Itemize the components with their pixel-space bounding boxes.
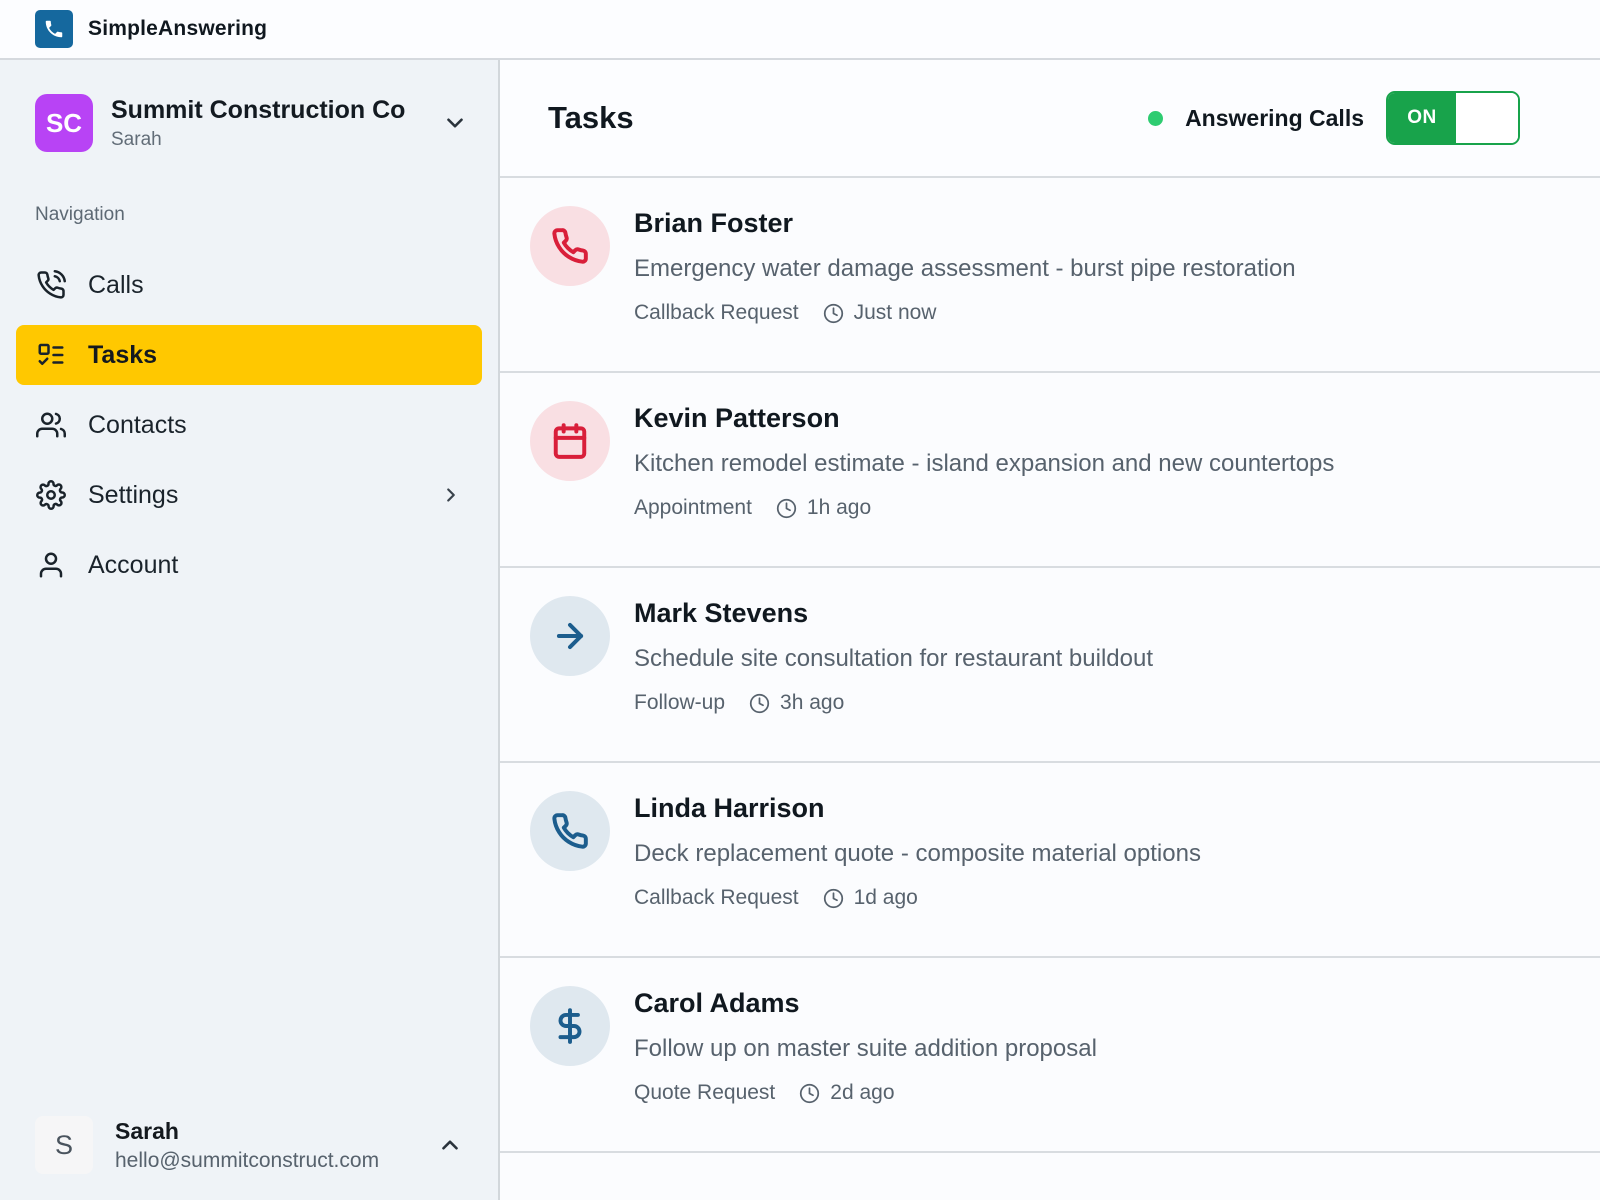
task-contact-name: Mark Stevens	[634, 598, 809, 628]
workspace-name: Summit Construction Co	[111, 96, 406, 125]
task-row-partial	[500, 1153, 1600, 1200]
task-list: Brian Foster Emergency water damage asse…	[500, 178, 1600, 1200]
clock-icon	[823, 888, 843, 908]
sidebar-item-contacts[interactable]: Contacts	[16, 395, 482, 455]
task-contact-name: Linda Harrison	[634, 793, 825, 823]
task-time: Just now	[853, 301, 937, 324]
task-row[interactable]: Carol Adams Follow up on master suite ad…	[500, 958, 1600, 1153]
clock-icon	[749, 693, 770, 713]
sidebar-item-label: Account	[88, 550, 179, 579]
sidebar: SC Summit Construction Co Sarah Navigati…	[0, 60, 500, 1200]
task-description: Kitchen remodel estimate - island expans…	[634, 450, 1335, 477]
toggle-knob	[1456, 93, 1518, 143]
phone-call-icon	[36, 270, 66, 300]
nav-section-label: Navigation	[35, 204, 125, 225]
task-type-label: Appointment	[634, 496, 752, 519]
task-type-label: Callback Request	[634, 301, 799, 324]
chevron-down-icon	[447, 118, 463, 128]
status-dot	[1148, 110, 1164, 126]
task-row[interactable]: Brian Foster Emergency water damage asse…	[500, 178, 1600, 373]
contacts-icon	[36, 410, 66, 440]
app-logo	[35, 10, 73, 48]
clock-icon	[823, 303, 843, 323]
task-row[interactable]: Linda Harrison Deck replacement quote - …	[500, 763, 1600, 958]
main-header: Tasks Answering Calls ON	[500, 60, 1600, 178]
main-panel: Tasks Answering Calls ON Brian Foster Em…	[500, 60, 1600, 1200]
arrow-right-icon	[530, 596, 610, 676]
sidebar-item-tasks[interactable]: Tasks	[16, 325, 482, 385]
task-type-label: Quote Request	[634, 1081, 776, 1104]
answering-calls-toggle[interactable]: ON	[1386, 91, 1520, 145]
task-time: 1d ago	[853, 886, 918, 909]
topbar: SimpleAnswering	[0, 0, 1600, 60]
user-name: Sarah	[115, 1117, 179, 1144]
chevron-right-icon	[447, 488, 455, 502]
nav-list: Calls Tasks Contacts Settings Account	[0, 250, 498, 600]
workspace-switcher[interactable]: SC Summit Construction Co Sarah	[0, 60, 498, 152]
task-row[interactable]: Kevin Patterson Kitchen remodel estimate…	[500, 373, 1600, 568]
task-description: Schedule site consultation for restauran…	[634, 645, 1153, 672]
page-title: Tasks	[548, 100, 634, 135]
workspace-member: Sarah	[111, 128, 162, 150]
task-description: Deck replacement quote - composite mater…	[634, 840, 1201, 867]
chevron-up-icon	[442, 1140, 458, 1150]
task-time: 2d ago	[830, 1081, 895, 1104]
phone-icon	[45, 20, 63, 38]
clock-icon	[776, 498, 797, 518]
user-menu[interactable]: S Sarah hello@summitconstruct.com	[0, 1116, 498, 1174]
sidebar-item-label: Settings	[88, 480, 179, 509]
task-time: 3h ago	[780, 691, 845, 714]
answering-calls-label: Answering Calls	[1185, 104, 1364, 131]
app-name: SimpleAnswering	[88, 17, 268, 40]
task-description: Follow up on master suite addition propo…	[634, 1035, 1097, 1062]
sidebar-item-label: Contacts	[88, 410, 187, 439]
task-type-label: Follow-up	[634, 691, 726, 714]
sidebar-item-label: Calls	[88, 270, 144, 299]
dollar-icon	[530, 986, 610, 1066]
toggle-on-label: ON	[1388, 93, 1456, 143]
person-icon	[36, 550, 66, 580]
task-time: 1h ago	[806, 496, 872, 519]
sidebar-item-label: Tasks	[88, 340, 158, 369]
task-contact-name: Carol Adams	[634, 988, 800, 1018]
sidebar-item-calls[interactable]: Calls	[16, 255, 482, 315]
workspace-avatar: SC	[35, 94, 93, 152]
calendar-icon	[530, 401, 610, 481]
sidebar-item-account[interactable]: Account	[16, 535, 482, 595]
gear-icon	[36, 480, 66, 510]
sidebar-item-settings[interactable]: Settings	[16, 465, 482, 525]
checklist-icon	[36, 340, 66, 370]
task-contact-name: Brian Foster	[634, 208, 794, 238]
app-window: SimpleAnswering SC Summit Construction C…	[0, 0, 1600, 1200]
phone-icon	[530, 206, 610, 286]
phone-icon	[530, 791, 610, 871]
task-contact-name: Kevin Patterson	[634, 403, 840, 433]
user-avatar: S	[35, 1116, 93, 1174]
task-description: Emergency water damage assessment - burs…	[634, 255, 1296, 282]
task-row[interactable]: Mark Stevens Schedule site consultation …	[500, 568, 1600, 763]
user-email: hello@summitconstruct.com	[115, 1148, 380, 1172]
clock-icon	[800, 1083, 820, 1103]
task-type-label: Callback Request	[634, 886, 799, 909]
